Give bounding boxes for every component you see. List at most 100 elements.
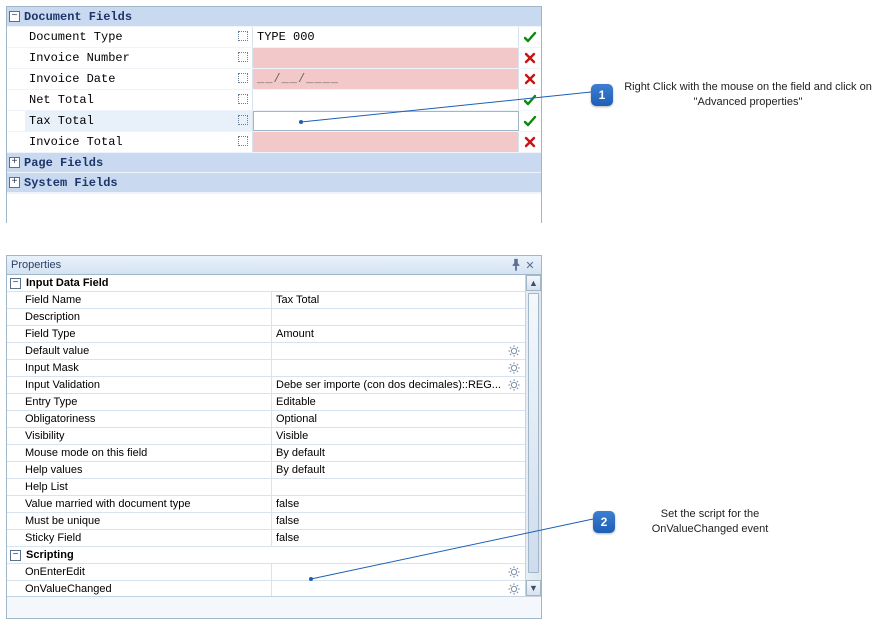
field-picker-icon[interactable] — [238, 94, 248, 104]
expand-icon[interactable]: + — [9, 177, 20, 188]
property-group-header[interactable]: −Input Data Field — [7, 275, 525, 292]
field-picker-icon[interactable] — [238, 136, 248, 146]
property-key: Entry Type — [7, 394, 272, 410]
property-value[interactable] — [272, 479, 525, 495]
collapse-icon[interactable]: − — [9, 11, 20, 22]
group-title: Document Fields — [24, 10, 132, 24]
field-row[interactable]: Invoice Number — [7, 48, 541, 69]
field-value-cell[interactable]: __/__/____ — [253, 69, 519, 89]
field-value-cell[interactable] — [253, 48, 519, 68]
callout-text-2: Set the script for the OnValueChanged ev… — [625, 507, 795, 537]
property-value[interactable] — [272, 564, 525, 580]
scroll-thumb[interactable] — [528, 293, 539, 573]
row-gutter — [7, 90, 25, 110]
property-row[interactable]: ObligatorinessOptional — [7, 411, 525, 428]
property-row[interactable]: Input Mask — [7, 360, 525, 377]
field-value-cell[interactable] — [253, 111, 519, 131]
field-value-cell[interactable] — [253, 132, 519, 152]
property-row[interactable]: Field TypeAmount — [7, 326, 525, 343]
close-icon[interactable]: ✕ — [523, 258, 537, 272]
field-row[interactable]: Document TypeTYPE 000 — [7, 27, 541, 48]
group-header[interactable]: +System Fields — [7, 173, 541, 193]
property-value-text: Amount — [276, 328, 314, 340]
property-key: Field Name — [7, 292, 272, 308]
property-value[interactable]: By default — [272, 462, 525, 478]
field-status-cell — [519, 90, 541, 110]
property-key: Description — [7, 309, 272, 325]
property-value[interactable] — [272, 581, 525, 596]
property-value[interactable]: Amount — [272, 326, 525, 342]
field-name-cell[interactable]: Invoice Number — [25, 48, 253, 68]
properties-title-text: Properties — [11, 259, 61, 271]
gear-icon[interactable] — [507, 378, 521, 392]
field-name-cell[interactable]: Document Type — [25, 27, 253, 47]
error-icon — [523, 72, 537, 86]
property-row[interactable]: Entry TypeEditable — [7, 394, 525, 411]
expand-icon[interactable]: + — [9, 157, 20, 168]
property-value[interactable] — [272, 309, 525, 325]
gear-icon[interactable] — [507, 565, 521, 579]
field-name-cell[interactable]: Invoice Date — [25, 69, 253, 89]
property-value[interactable]: Visible — [272, 428, 525, 444]
field-row[interactable]: Net Total — [7, 90, 541, 111]
field-row[interactable]: Invoice Date__/__/____ — [7, 69, 541, 90]
property-value[interactable]: false — [272, 513, 525, 529]
property-row[interactable]: Field Name Tax Total — [7, 292, 525, 309]
group-header[interactable]: +Page Fields — [7, 153, 541, 173]
property-key: OnEnterEdit — [7, 564, 272, 580]
property-value-text: Tax Total — [276, 294, 319, 306]
property-row[interactable]: Help valuesBy default — [7, 462, 525, 479]
property-value[interactable]: By default — [272, 445, 525, 461]
property-row[interactable]: Mouse mode on this fieldBy default — [7, 445, 525, 462]
property-row[interactable]: Description — [7, 309, 525, 326]
property-value[interactable]: Debe ser importe (con dos decimales)::RE… — [272, 377, 525, 393]
field-picker-icon[interactable] — [238, 52, 248, 62]
property-row[interactable]: Sticky Fieldfalse — [7, 530, 525, 547]
doc-panel-empty-area — [7, 193, 541, 223]
field-row[interactable]: Invoice Total — [7, 132, 541, 153]
row-gutter — [7, 69, 25, 89]
gear-icon[interactable] — [507, 344, 521, 358]
field-row[interactable]: Tax Total — [7, 111, 541, 132]
property-value[interactable]: Optional — [272, 411, 525, 427]
property-row[interactable]: VisibilityVisible — [7, 428, 525, 445]
field-value-cell[interactable] — [253, 90, 519, 110]
property-group-header[interactable]: −Scripting — [7, 547, 525, 564]
field-name-cell[interactable]: Net Total — [25, 90, 253, 110]
properties-titlebar[interactable]: Properties ✕ — [7, 256, 541, 275]
property-group-title: Scripting — [26, 549, 74, 561]
property-value[interactable] — [272, 343, 525, 359]
callout-1: 1 Right Click with the mouse on the fiel… — [591, 80, 873, 110]
property-value[interactable]: false — [272, 530, 525, 546]
property-row[interactable]: Value married with document typefalse — [7, 496, 525, 513]
properties-description-area — [7, 596, 541, 618]
property-row[interactable]: OnValueChanged — [7, 581, 525, 596]
vertical-scrollbar[interactable]: ▲ ▼ — [525, 275, 541, 596]
field-name-cell[interactable]: Invoice Total — [25, 132, 253, 152]
field-picker-icon[interactable] — [238, 73, 248, 83]
property-row[interactable]: Input ValidationDebe ser importe (con do… — [7, 377, 525, 394]
group-document-fields[interactable]: − Document Fields — [7, 7, 541, 27]
property-row[interactable]: Help List — [7, 479, 525, 496]
gear-icon[interactable] — [507, 582, 521, 596]
property-row[interactable]: OnEnterEdit — [7, 564, 525, 581]
property-value-text: By default — [276, 447, 325, 459]
property-value[interactable] — [272, 360, 525, 376]
property-row[interactable]: Must be uniquefalse — [7, 513, 525, 530]
gear-icon[interactable] — [507, 361, 521, 375]
field-value-cell[interactable]: TYPE 000 — [253, 27, 519, 47]
property-row[interactable]: Default value — [7, 343, 525, 360]
property-value-text: Optional — [276, 413, 317, 425]
field-name: Invoice Total — [29, 135, 123, 149]
collapse-icon[interactable]: − — [10, 278, 21, 289]
pin-icon[interactable] — [509, 258, 523, 272]
scroll-up-button[interactable]: ▲ — [526, 275, 541, 291]
property-value[interactable]: Editable — [272, 394, 525, 410]
field-name-cell[interactable]: Tax Total — [25, 111, 253, 131]
scroll-down-button[interactable]: ▼ — [526, 580, 541, 596]
collapse-icon[interactable]: − — [10, 550, 21, 561]
property-value[interactable]: Tax Total — [272, 292, 525, 308]
field-picker-icon[interactable] — [238, 31, 248, 41]
field-picker-icon[interactable] — [238, 115, 248, 125]
property-value[interactable]: false — [272, 496, 525, 512]
